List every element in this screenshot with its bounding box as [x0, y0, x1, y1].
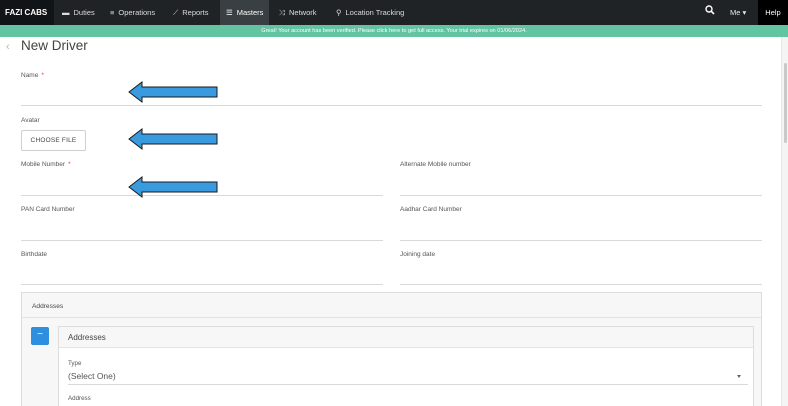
choose-file-button[interactable]: CHOOSE FILE — [21, 130, 86, 151]
joining-date-label: Joining date — [400, 251, 436, 258]
trial-banner[interactable]: Great! Your account has been verified. P… — [0, 25, 788, 37]
nav-duties[interactable]: ▬ Duties — [62, 0, 95, 25]
birthdate-label: Birthdate — [21, 251, 48, 258]
database-icon: ☰ — [226, 8, 233, 17]
scrollbar-thumb[interactable] — [784, 63, 787, 143]
pan-card-input[interactable] — [21, 240, 383, 241]
joining-date-input[interactable] — [400, 284, 762, 285]
annotation-arrow-icon — [128, 176, 218, 198]
nav-operations[interactable]: ≡ Operations — [110, 0, 155, 25]
aadhar-card-label: Aadhar Card Number — [400, 206, 462, 213]
nav-masters-label: Masters — [236, 8, 264, 17]
pan-card-label: PAN Card Number — [21, 206, 75, 213]
list-dash-icon: ▬ — [62, 8, 70, 17]
help-button[interactable]: Help — [758, 0, 788, 25]
top-navbar: FAZI CABS ▬ Duties ≡ Operations ⟋ Reports ☰… — [0, 0, 788, 25]
addresses-panel-title: Addresses — [32, 303, 64, 310]
alternate-mobile-label: Alternate Mobile number — [400, 161, 471, 168]
address-item-header: Addresses — [59, 327, 753, 348]
map-pin-icon: ⚲ — [336, 8, 342, 17]
address-type-select[interactable]: (Select One) — [68, 371, 116, 381]
nav-location-tracking[interactable]: ⚲ Location Tracking — [336, 0, 404, 25]
shuffle-icon: ⤨ — [279, 8, 285, 17]
nav-location-tracking-label: Location Tracking — [345, 8, 405, 17]
panel-divider — [22, 317, 761, 318]
addresses-panel: Addresses − Addresses Type (Select One) … — [21, 292, 762, 406]
nav-reports-label: Reports — [182, 8, 209, 17]
aadhar-card-input[interactable] — [400, 240, 762, 241]
mobile-number-label: Mobile Number * — [21, 161, 71, 168]
name-label-text: Name — [21, 72, 39, 79]
annotation-arrow-icon — [128, 128, 218, 150]
required-mark: * — [41, 72, 44, 79]
chart-line-icon: ⟋ — [173, 8, 179, 17]
nav-operations-label: Operations — [118, 8, 156, 17]
caret-down-icon[interactable] — [737, 375, 741, 378]
birthdate-input[interactable] — [21, 284, 383, 285]
page-scrollbar[interactable] — [781, 37, 788, 406]
address-type-underline — [68, 384, 748, 385]
name-label: Name * — [21, 72, 44, 79]
nav-masters[interactable]: ☰ Masters — [220, 0, 270, 25]
name-input[interactable] — [21, 105, 762, 106]
search-icon[interactable] — [705, 5, 715, 15]
brand-logo[interactable]: FAZI CABS — [0, 0, 55, 25]
back-chevron-icon[interactable]: ‹ — [6, 41, 10, 53]
required-mark: * — [68, 161, 71, 168]
page-title: New Driver — [21, 38, 88, 53]
nav-network-label: Network — [289, 8, 317, 17]
address-item-card: Addresses Type (Select One) Address — [58, 326, 754, 406]
nav-network[interactable]: ⤨ Network — [279, 0, 317, 25]
remove-address-button[interactable]: − — [31, 327, 49, 345]
alternate-mobile-input[interactable] — [400, 195, 762, 196]
address-type-label: Type — [68, 360, 82, 367]
user-menu[interactable]: Me ▾ — [730, 0, 746, 25]
nav-duties-label: Duties — [73, 8, 95, 17]
avatar-label: Avatar — [21, 117, 40, 124]
address-label: Address — [68, 395, 91, 402]
menu-lines-icon: ≡ — [110, 8, 115, 17]
address-item-title: Addresses — [68, 333, 106, 342]
mobile-number-label-text: Mobile Number — [21, 161, 66, 168]
annotation-arrow-icon — [128, 81, 218, 103]
nav-reports[interactable]: ⟋ Reports — [173, 0, 209, 25]
